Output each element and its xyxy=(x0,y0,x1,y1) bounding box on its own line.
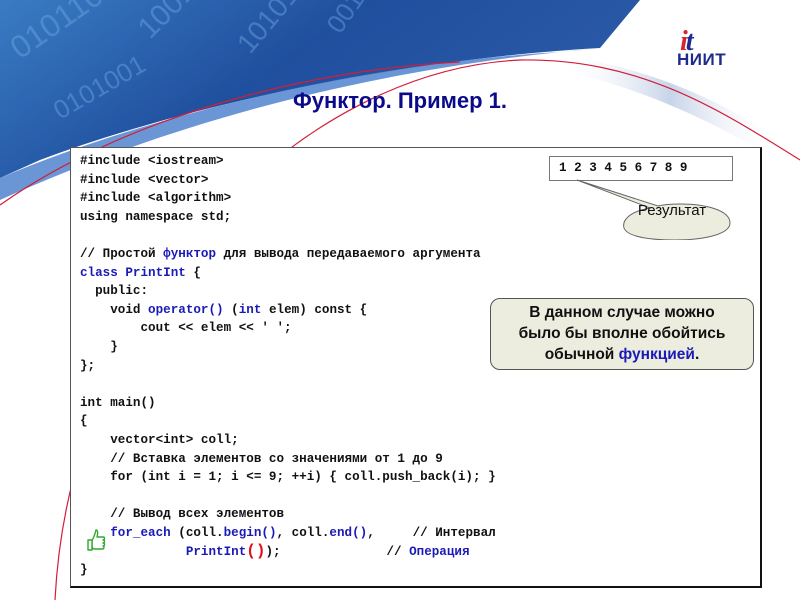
code-text: // Вставка элементов со значениями от 1 … xyxy=(80,451,443,466)
code-keyword: begin() xyxy=(223,525,277,540)
code-keyword: функтор xyxy=(163,246,217,261)
code-line: // Простой функтор для вывода передаваем… xyxy=(80,245,496,264)
code-line: }; xyxy=(80,357,496,376)
result-callout-label: Результат xyxy=(637,202,707,219)
code-line: // Вставка элементов со значениями от 1 … xyxy=(80,450,496,469)
code-keyword: for_each xyxy=(110,525,171,540)
code-line: int main() xyxy=(80,394,496,413)
note-line-1: В данном случае можно xyxy=(529,304,715,321)
code-line: public: xyxy=(80,282,496,301)
code-text: } xyxy=(80,339,118,354)
code-text: { xyxy=(80,414,88,429)
thumbs-up-icon xyxy=(87,529,106,551)
code-text: } xyxy=(80,563,88,578)
code-text: // Вывод всех элементов xyxy=(80,507,285,522)
code-text: #include <iostream> xyxy=(80,154,224,168)
code-text: ); // xyxy=(265,545,410,560)
code-text: // Простой xyxy=(80,246,164,261)
note-line-3: обычной функцией. xyxy=(544,346,700,363)
note-box: В данном случае можно было бы вполне обо… xyxy=(490,298,754,370)
code-line: for_each (coll.begin(), coll.end(), // И… xyxy=(80,524,496,543)
code-call-parens: () xyxy=(246,542,266,561)
code-text: void xyxy=(80,302,149,317)
code-text: , coll. xyxy=(276,525,330,540)
code-line: void operator() (int elem) const { xyxy=(80,301,496,320)
slide-title: Функтор. Пример 1. xyxy=(292,88,508,113)
code-text: using namespace std; xyxy=(80,209,232,224)
code-text: (coll. xyxy=(170,525,224,540)
code-line: } xyxy=(80,561,496,580)
code-line: cout << elem << ' '; xyxy=(80,319,496,338)
note-line-2: было бы вполне обойтись xyxy=(518,325,726,342)
code-line: { xyxy=(80,412,496,431)
note-highlight: функцией xyxy=(618,346,695,363)
code-keyword: class PrintInt xyxy=(80,265,186,280)
code-text: for (int i = 1; i <= 9; ++i) { coll.push… xyxy=(80,470,496,485)
code-text: { xyxy=(185,265,201,280)
code-text: public: xyxy=(80,284,149,299)
code-text: elem) const { xyxy=(261,302,368,317)
code-line: for (int i = 1; i <= 9; ++i) { coll.push… xyxy=(80,468,496,487)
code-text: }; xyxy=(80,358,96,373)
code-text: vector<int> coll; xyxy=(80,432,239,447)
code-line: #include <iostream> xyxy=(80,152,496,171)
code-text: int main() xyxy=(80,395,156,410)
code-line: #include <algorithm> xyxy=(80,189,496,208)
code-line: #include <vector> xyxy=(80,171,496,190)
code-line: } xyxy=(80,338,496,357)
code-line: vector<int> coll; xyxy=(80,431,496,450)
code-line: class PrintInt { xyxy=(80,264,496,283)
code-text: #include <vector> xyxy=(80,172,209,187)
code-keyword: Операция xyxy=(409,545,470,560)
code-text: , // Интервал xyxy=(367,525,496,540)
code-text: cout << elem << ' '; xyxy=(80,321,292,336)
code-text: для вывода передаваемого аргумента xyxy=(216,246,481,261)
code-keyword: PrintInt xyxy=(185,545,247,560)
code-keyword: int xyxy=(238,302,262,317)
niit-logo: it НИИТ xyxy=(672,28,736,70)
code-keyword: operator() xyxy=(148,302,224,317)
code-listing: #include <iostream> #include <vector> #inc… xyxy=(80,152,496,580)
code-text: ( xyxy=(223,302,239,317)
logo-text: НИИТ xyxy=(677,50,727,69)
code-line: using namespace std; xyxy=(80,208,496,227)
code-text: #include <algorithm> xyxy=(80,191,232,206)
code-line: PrintInt()); // Операция xyxy=(80,542,496,561)
code-keyword: end() xyxy=(329,525,368,540)
code-line: // Вывод всех элементов xyxy=(80,505,496,524)
